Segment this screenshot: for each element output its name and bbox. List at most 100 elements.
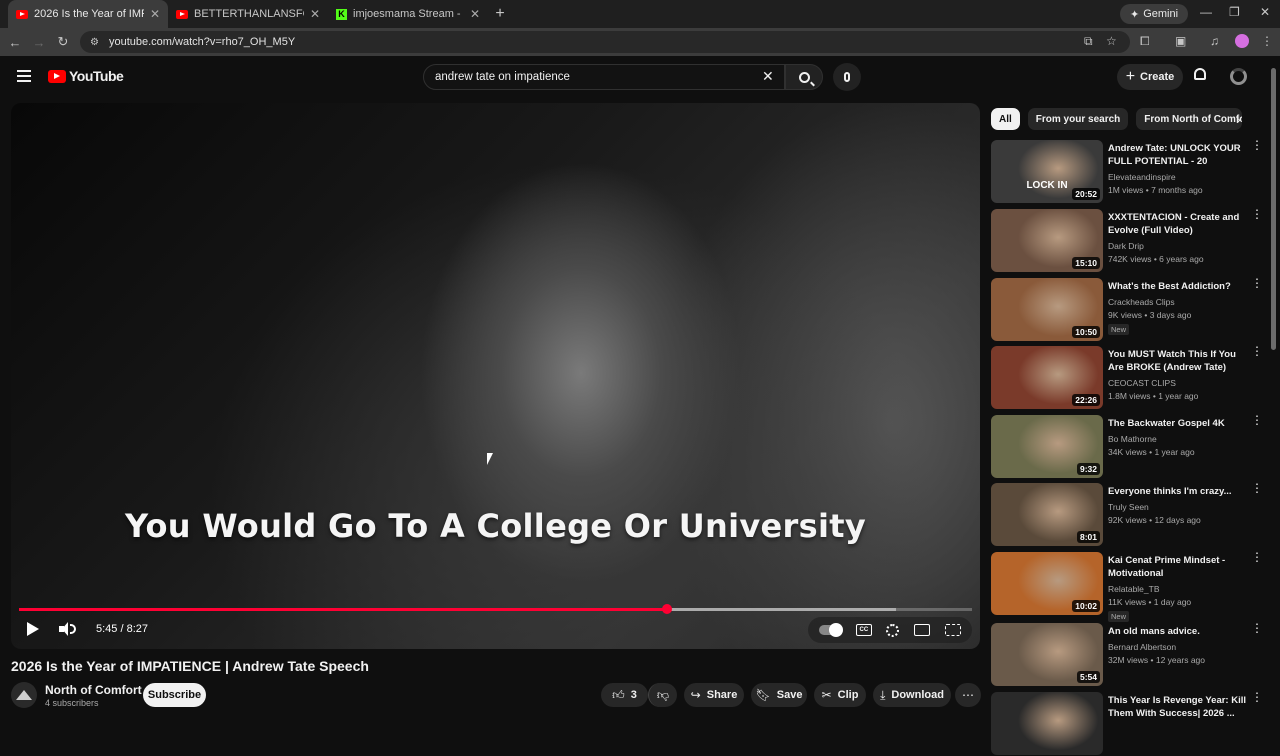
recommendation-item[interactable]: This Year Is Revenge Year: Kill Them Wit… [991,691,1263,756]
dislike-button[interactable]: 👎︎ [648,683,677,707]
menu-dots-icon[interactable]: ⋮ [1261,34,1273,48]
download-button[interactable]: ⤓ Download [873,683,951,707]
video-thumbnail[interactable]: 10:50 [991,278,1103,341]
recommendation-item[interactable]: 5:54 An old mans advice. Bernard Albertson… [991,622,1263,687]
recommendation-channel[interactable]: Relatable_TB [1108,584,1160,594]
recommendation-channel[interactable]: Bo Mathorne [1108,434,1157,444]
recommendation-item[interactable]: 10:50 What's the Best Addiction? Crackhead… [991,277,1263,342]
share-button[interactable]: ↪ Share [684,683,744,707]
recommendation-title[interactable]: You MUST Watch This If You Are BROKE (An… [1108,348,1248,374]
close-window-icon[interactable]: ✕ [1260,5,1270,19]
voice-search-button[interactable] [833,63,861,91]
minimize-icon[interactable]: — [1200,5,1212,19]
browser-tab[interactable]: 2026 Is the Year of IMPATIENCE ✕ [8,0,168,28]
account-avatar[interactable] [1230,68,1247,85]
captions-icon[interactable]: CC [855,624,872,636]
close-icon[interactable]: ✕ [470,7,480,21]
recommendation-title[interactable]: This Year Is Revenge Year: Kill Them Wit… [1108,694,1248,720]
gemini-button[interactable]: ✦ Gemini [1120,4,1189,24]
video-thumbnail[interactable]: 9:32 [991,415,1103,478]
subscribe-button[interactable]: Subscribe [143,683,206,707]
video-thumbnail[interactable]: LOCK IN 20:52 [991,140,1103,203]
notifications-bell-icon[interactable] [1193,68,1207,84]
search-input[interactable]: andrew tate on impatience [423,64,785,90]
profile-avatar[interactable] [1235,34,1249,48]
browser-tab[interactable]: BETTERTHANLANSFORD - YouT ✕ [168,0,328,28]
settings-gear-icon[interactable] [886,623,900,637]
more-vertical-icon[interactable]: ⋮ [1251,139,1263,151]
like-button[interactable]: 👍︎ 3 [601,683,648,707]
volume-icon[interactable] [59,622,76,636]
new-tab-button[interactable]: + [488,5,512,23]
media-icon[interactable]: ♫ [1210,34,1219,48]
recommendation-item[interactable]: 9:32 The Backwater Gospel 4K Bo Mathorne 34… [991,414,1263,479]
address-bar[interactable]: ⚙ youtube.com/watch?v=rho7_OH_M5Y [80,31,1130,53]
recommendation-title[interactable]: Everyone thinks I'm crazy... [1108,485,1248,498]
video-thumbnail[interactable]: 5:54 [991,623,1103,686]
more-vertical-icon[interactable]: ⋮ [1251,277,1263,289]
chevron-right-icon[interactable]: › [1236,111,1241,127]
recommendation-channel[interactable]: Elevateandinspire [1108,172,1176,182]
video-player[interactable]: You Would Go To A College Or University … [11,103,980,649]
hamburger-menu-icon[interactable] [17,70,31,82]
install-icon[interactable]: ⧉ [1084,34,1093,49]
close-icon[interactable]: ✕ [150,7,160,21]
recommendation-title[interactable]: What's the Best Addiction? [1108,280,1248,293]
channel-name[interactable]: North of Comfort [45,683,142,697]
more-vertical-icon[interactable]: ⋮ [1251,345,1263,357]
video-thumbnail[interactable]: 22:26 [991,346,1103,409]
more-vertical-icon[interactable]: ⋮ [1251,551,1263,563]
chip-from-search[interactable]: From your search [1027,108,1129,130]
recommendation-title[interactable]: XXXTENTACION - Create and Evolve (Full V… [1108,211,1248,237]
video-thumbnail[interactable]: 15:10 [991,209,1103,272]
video-thumbnail[interactable]: 10:02 [991,552,1103,615]
recommendation-item[interactable]: 8:01 Everyone thinks I'm crazy... Truly Se… [991,482,1263,547]
search-button[interactable] [785,64,823,90]
sidepanel-icon[interactable]: ▣ [1175,34,1186,48]
youtube-logo[interactable]: YouTube [48,68,124,84]
more-vertical-icon[interactable]: ⋮ [1251,414,1263,426]
clear-search-icon[interactable]: ✕ [762,68,774,85]
browser-tab[interactable]: K imjoesmama Stream - Kick Das ✕ [328,0,488,28]
progress-bar[interactable] [19,604,972,614]
restore-icon[interactable]: ❐ [1229,5,1240,19]
recommendation-title[interactable]: Kai Cenat Prime Mindset - Motivational [1108,554,1248,580]
recommendation-title[interactable]: The Backwater Gospel 4K [1108,417,1248,430]
chip-all[interactable]: All [991,108,1020,130]
recommendation-item[interactable]: LOCK IN 20:52 Andrew Tate: UNLOCK YOUR FUL… [991,139,1263,204]
play-icon[interactable] [27,622,39,636]
page-scrollbar[interactable] [1271,68,1276,350]
more-vertical-icon[interactable]: ⋮ [1251,622,1263,634]
recommendation-item[interactable]: 15:10 XXXTENTACION - Create and Evolve (F… [991,208,1263,273]
more-actions-button[interactable]: ⋯ [955,683,981,707]
recommendation-item[interactable]: 22:26 You MUST Watch This If You Are BROK… [991,345,1263,410]
recommendation-channel[interactable]: Crackheads Clips [1108,297,1175,307]
bookmark-star-icon[interactable]: ☆ [1106,34,1117,48]
recommendation-title[interactable]: An old mans advice. [1108,625,1248,638]
recommendation-channel[interactable]: CEOCAST CLIPS [1108,378,1176,388]
create-button[interactable]: + Create [1117,64,1183,90]
recommendation-title[interactable]: Andrew Tate: UNLOCK YOUR FULL POTENTIAL … [1108,142,1248,168]
miniplayer-icon[interactable] [914,624,931,636]
save-button[interactable]: 🔖︎ Save [751,683,807,707]
chip-from-channel[interactable]: From North of Comfort [1136,108,1243,130]
back-icon[interactable]: ← [3,35,27,50]
site-info-icon[interactable]: ⚙ [90,37,99,48]
scrubber-handle[interactable] [662,604,673,614]
autoplay-toggle[interactable] [819,623,844,637]
more-vertical-icon[interactable]: ⋮ [1251,208,1263,220]
fullscreen-icon[interactable] [944,624,961,636]
recommendation-channel[interactable]: Truly Seen [1108,502,1149,512]
more-vertical-icon[interactable]: ⋮ [1251,482,1263,494]
close-icon[interactable]: ✕ [310,7,320,21]
clip-button[interactable]: ✂ Clip [814,683,866,707]
forward-icon[interactable]: → [27,35,51,50]
recommendation-channel[interactable]: Bernard Albertson [1108,642,1176,652]
channel-avatar[interactable] [11,682,37,708]
more-vertical-icon[interactable]: ⋮ [1251,691,1263,703]
recommendation-channel[interactable]: Dark Drip [1108,241,1144,251]
reload-icon[interactable]: ↻ [51,34,75,50]
video-thumbnail[interactable]: 8:01 [991,483,1103,546]
recommendation-item[interactable]: 10:02 Kai Cenat Prime Mindset - Motivatio… [991,551,1263,622]
video-thumbnail[interactable] [991,692,1103,755]
